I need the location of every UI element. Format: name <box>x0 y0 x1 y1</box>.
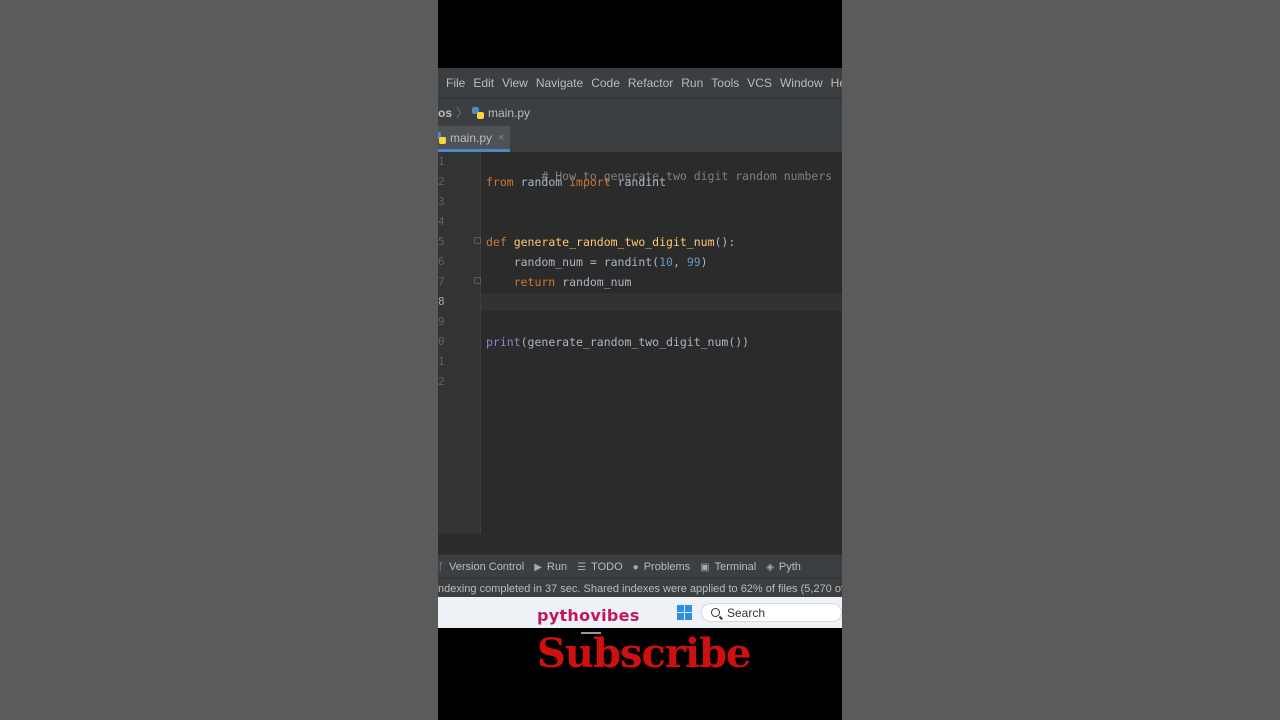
subscribe-banner[interactable]: Subscribe <box>537 630 751 677</box>
current-line-highlight <box>481 293 842 311</box>
code-line-5: def generate_random_two_digit_num(): <box>486 235 735 249</box>
tool-label: Version Control <box>449 561 525 573</box>
tab-label: main.py <box>450 130 493 145</box>
taskbar-search-input[interactable]: Search <box>701 603 842 622</box>
code-text: ) <box>700 255 708 269</box>
keyword: from <box>486 175 514 189</box>
menu-refactor[interactable]: Refactor <box>628 76 673 90</box>
tool-label: Run <box>546 561 568 573</box>
line-number-current: 8 <box>438 295 445 308</box>
ide-window: File Edit View Navigate Code Refactor Ru… <box>438 68 842 597</box>
line-number: 3 <box>438 195 445 208</box>
todo-button[interactable]: ☰ TODO <box>577 561 623 573</box>
keyword: return <box>486 275 556 289</box>
code-line-2: from random import randint <box>486 175 666 189</box>
code-text: random_num <box>555 275 632 289</box>
import-name: randint <box>610 175 667 189</box>
tab-main-py[interactable]: main.py × <box>438 126 511 152</box>
code-line-10: print(generate_random_two_digit_num()) <box>486 335 749 349</box>
keyword: import <box>569 175 611 189</box>
code-line-6: random_num = randint(10, 99) <box>486 255 708 269</box>
line-gutter: 1 2 3 4 5 6 7 8 9 0 1 2 <box>438 152 481 534</box>
run-button[interactable]: ▶ Run <box>534 561 567 573</box>
menu-tools[interactable]: Tools <box>711 76 739 90</box>
close-icon[interactable]: × <box>498 132 504 144</box>
menu-bar: File Edit View Navigate Code Refactor Ru… <box>438 68 842 98</box>
number: 99 <box>686 255 701 269</box>
menu-navigate[interactable]: Navigate <box>536 76 583 90</box>
video-frame: File Edit View Navigate Code Refactor Ru… <box>438 0 842 720</box>
layers-icon: ◈ <box>766 561 774 573</box>
tool-window-bar: ᚴ Version Control ▶ Run ☰ TODO ● Problems ▣ T… <box>438 554 842 579</box>
function-name: generate_random_two_digit_num <box>513 235 715 249</box>
code-editor[interactable]: 1 2 3 4 5 6 7 8 9 0 1 2 # How to generat… <box>438 152 842 534</box>
editor-tabs: main.py × <box>438 126 842 153</box>
problems-button[interactable]: ● Problems <box>633 561 691 573</box>
line-number: 2 <box>438 175 445 188</box>
left-blur-background <box>0 0 438 720</box>
menu-vcs[interactable]: VCS <box>747 76 772 90</box>
line-number: 1 <box>438 155 445 168</box>
line-number: 9 <box>438 315 445 328</box>
line-number: 2 <box>438 375 445 388</box>
windows-start-icon[interactable] <box>677 605 692 620</box>
menu-window[interactable]: Window <box>780 76 823 90</box>
code-text: , <box>672 255 687 269</box>
menu-run[interactable]: Run <box>681 76 703 90</box>
breadcrumb-project[interactable]: os <box>438 106 452 120</box>
search-placeholder: Search <box>727 605 766 620</box>
code-text: (generate_random_two_digit_num()) <box>520 335 750 349</box>
tool-label: Terminal <box>714 561 757 573</box>
version-control-button[interactable]: ᚴ Version Control <box>438 561 524 573</box>
line-number: 5 <box>438 235 445 248</box>
breadcrumb: os 〉 main.py <box>438 98 842 127</box>
tool-label: TODO <box>591 561 623 573</box>
menu-view[interactable]: View <box>502 76 528 90</box>
branch-icon: ᚴ <box>438 561 444 573</box>
menu-edit[interactable]: Edit <box>473 76 494 90</box>
fold-marker-icon[interactable] <box>474 277 481 284</box>
terminal-button[interactable]: ▣ Terminal <box>700 561 756 573</box>
info-icon: ● <box>632 561 639 573</box>
menu-code[interactable]: Code <box>591 76 620 90</box>
play-icon: ▶ <box>534 561 542 573</box>
channel-brand: pythovibes <box>537 606 640 625</box>
code-text: (): <box>714 235 736 249</box>
python-file-icon <box>472 106 485 119</box>
os-taskbar: Search <box>438 597 842 628</box>
code-text: random_num = randint( <box>486 255 660 269</box>
terminal-icon: ▣ <box>700 561 710 573</box>
right-blur-background <box>842 0 1280 720</box>
tool-label: Pyth <box>778 561 801 573</box>
python-file-icon <box>438 131 446 144</box>
line-number: 0 <box>438 335 445 348</box>
status-bar: ndexing completed in 37 sec. Shared inde… <box>438 578 842 597</box>
code-line-7: return random_num <box>486 275 632 289</box>
menu-help[interactable]: Help <box>831 76 842 90</box>
tool-label: Problems <box>643 561 691 573</box>
search-icon <box>711 608 720 617</box>
module-name: random <box>513 175 570 189</box>
line-number: 7 <box>438 275 445 288</box>
menu-file[interactable]: File <box>446 76 465 90</box>
keyword: def <box>486 235 514 249</box>
builtin: print <box>486 335 521 349</box>
fold-marker-icon[interactable] <box>474 237 481 244</box>
number: 10 <box>659 255 673 269</box>
line-number: 1 <box>438 355 445 368</box>
line-number: 6 <box>438 255 445 268</box>
python-packages-button[interactable]: ◈ Pyth <box>766 561 801 573</box>
breadcrumb-file[interactable]: main.py <box>488 106 530 120</box>
chevron-right-icon: 〉 <box>456 106 469 120</box>
line-number: 4 <box>438 215 445 228</box>
list-icon: ☰ <box>577 561 587 573</box>
status-message: ndexing completed in 37 sec. Shared inde… <box>438 582 842 595</box>
